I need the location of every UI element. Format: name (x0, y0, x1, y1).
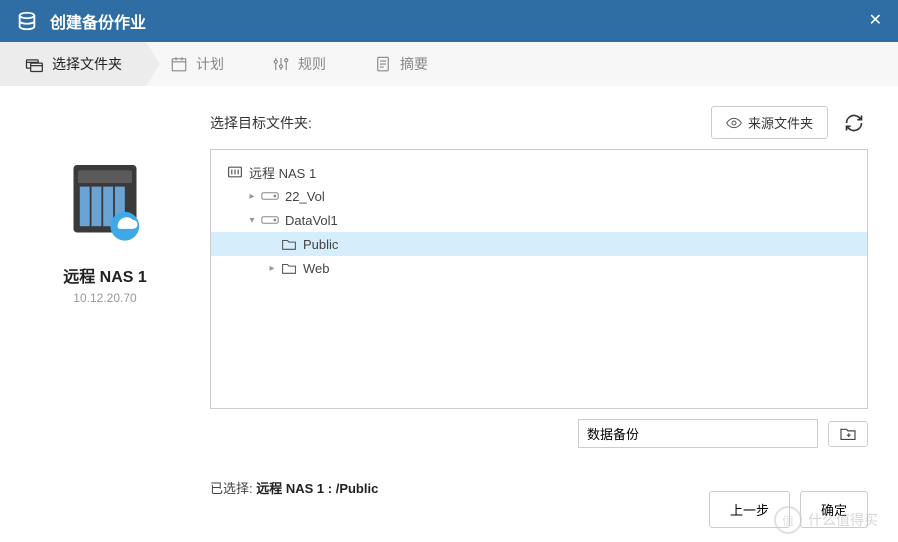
wizard-steps: 选择文件夹 计划 规则 摘要 (0, 42, 898, 86)
window-title: 创建备份作业 (50, 9, 146, 33)
eye-icon (726, 117, 742, 129)
folder-icon (281, 262, 297, 275)
step-label: 规则 (298, 54, 326, 74)
tree-root[interactable]: 远程 NAS 1 (211, 160, 867, 184)
folder-name-input[interactable] (578, 419, 818, 448)
tree-folder-public[interactable]: Public (211, 232, 867, 256)
step-label: 选择文件夹 (52, 54, 122, 74)
source-folder-label: 来源文件夹 (748, 113, 813, 132)
refresh-button[interactable] (840, 109, 868, 137)
collapse-icon[interactable]: ▾ (245, 215, 259, 226)
app-icon (16, 10, 38, 32)
step-label: 计划 (196, 54, 224, 74)
tree-label: Public (303, 237, 338, 252)
selected-path: 远程 NAS 1 : /Public (256, 481, 378, 496)
tree-label: DataVol1 (285, 213, 338, 228)
new-folder-button[interactable] (828, 421, 868, 447)
folder-tree: 远程 NAS 1 ▸ 22_Vol ▾ DataVol1 (210, 149, 868, 409)
close-button[interactable]: ✕ (869, 10, 882, 30)
confirm-button[interactable]: 确定 (800, 491, 868, 528)
tree-label: 22_Vol (285, 189, 325, 204)
document-icon (374, 55, 392, 73)
step-schedule[interactable]: 计划 (146, 42, 248, 86)
step-select-folder[interactable]: 选择文件夹 (0, 42, 146, 86)
tree-volume[interactable]: ▾ DataVol1 (211, 208, 867, 232)
disk-icon (261, 190, 279, 202)
device-panel: 远程 NAS 1 10.12.20.70 (30, 106, 180, 497)
expand-icon[interactable]: ▸ (265, 263, 279, 274)
disk-icon (261, 214, 279, 226)
device-name: 远程 NAS 1 (30, 263, 180, 287)
source-folder-button[interactable]: 来源文件夹 (711, 106, 828, 139)
nas-icon (227, 165, 243, 179)
expand-icon[interactable]: ▸ (245, 191, 259, 202)
sliders-icon (272, 55, 290, 73)
tree-volume[interactable]: ▸ 22_Vol (211, 184, 867, 208)
calendar-icon (170, 55, 188, 73)
step-rules[interactable]: 规则 (248, 42, 350, 86)
tree-label: 远程 NAS 1 (249, 163, 316, 182)
step-label: 摘要 (400, 54, 428, 74)
step-summary[interactable]: 摘要 (350, 42, 452, 86)
tree-folder-web[interactable]: ▸ Web (211, 256, 867, 280)
selected-label: 已选择: (210, 481, 253, 496)
folder-select-icon (24, 55, 44, 73)
device-ip: 10.12.20.70 (30, 291, 180, 305)
nas-device-icon (60, 156, 150, 246)
select-target-label: 选择目标文件夹: (210, 113, 711, 133)
tree-label: Web (303, 261, 330, 276)
back-button[interactable]: 上一步 (709, 491, 790, 528)
folder-icon (281, 238, 297, 251)
